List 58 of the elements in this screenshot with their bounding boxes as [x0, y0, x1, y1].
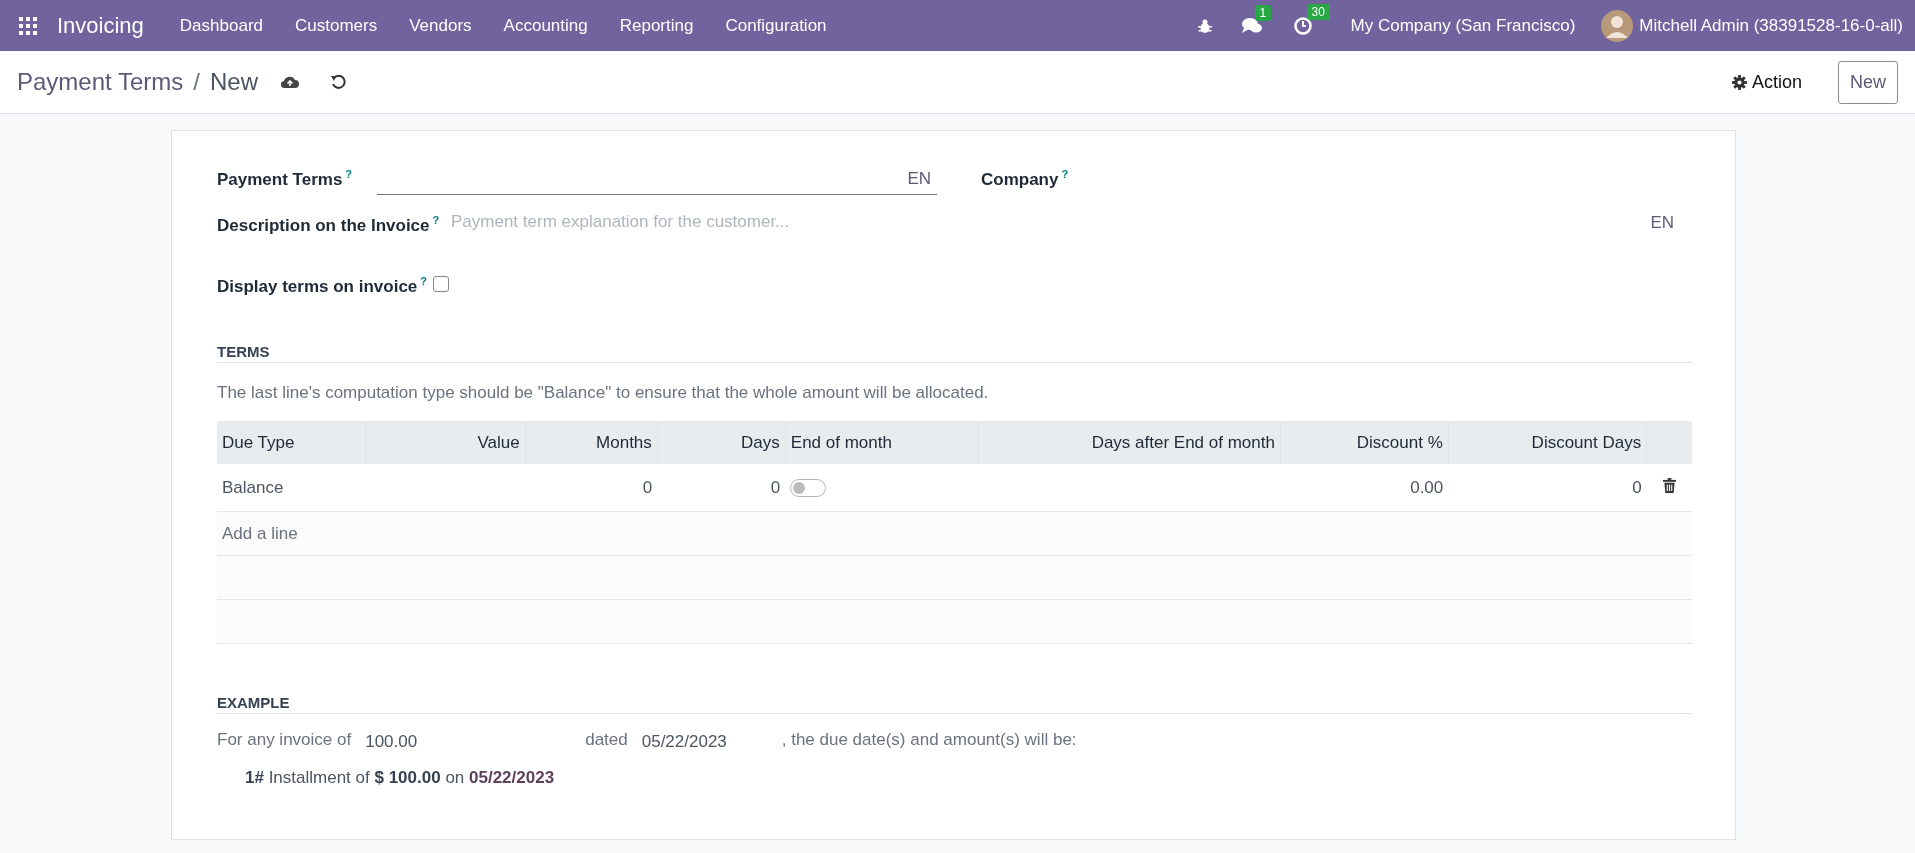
column-header[interactable]: Discount Days: [1448, 421, 1647, 464]
column-header[interactable]: End of month: [785, 421, 979, 464]
language-button[interactable]: EN: [1650, 213, 1674, 233]
example-text: dated: [585, 730, 628, 750]
menu-item[interactable]: Accounting: [487, 15, 604, 36]
field-label: Display terms on invoice $^{?}$: [217, 274, 428, 298]
trash-icon[interactable]: [1662, 477, 1676, 493]
field-label: Company $^{?}$: [981, 167, 1070, 191]
example-text: , the due date(s) and amount(s) will be:: [781, 730, 1077, 750]
example-text: For any invoice of: [217, 730, 352, 750]
add-line-link[interactable]: Add a line: [222, 523, 298, 543]
column-header[interactable]: Days: [657, 421, 786, 464]
installment-text: 1# Installment of $ 100.00 on 05/22/2023: [245, 768, 556, 788]
cloud-upload-icon[interactable]: [279, 74, 300, 90]
clock-icon[interactable]: [1292, 15, 1313, 36]
column-header[interactable]: Months: [525, 421, 658, 464]
column-header[interactable]: Due Type: [217, 421, 366, 464]
terms-note: The last line's computation type should be "Balance" to ensure that the whole amount will be allocated.: [217, 383, 990, 403]
description-field[interactable]: Payment term explanation for the customer...: [451, 207, 1651, 237]
date-field[interactable]: 05/22/2023: [641, 732, 772, 752]
chat-icon[interactable]: [1240, 16, 1263, 35]
breadcrumb-separator: /: [193, 68, 200, 96]
company-switcher[interactable]: My Company (San Francisco): [1350, 15, 1576, 36]
section-title: EXAMPLE: [217, 694, 1692, 714]
user-menu[interactable]: Mitchell Admin (38391528-16-0-all): [1639, 15, 1903, 36]
language-button[interactable]: EN: [907, 169, 931, 189]
action-button[interactable]: Action: [1725, 70, 1808, 94]
undo-icon[interactable]: [329, 74, 346, 90]
field-label: Payment Terms $^{?}$: [217, 167, 354, 191]
menu-item[interactable]: Customers: [279, 15, 394, 36]
column-header[interactable]: Days after End of month: [978, 421, 1281, 464]
app-name-link[interactable]: Invoicing: [57, 12, 144, 39]
avatar-icon[interactable]: [1601, 9, 1634, 42]
table-cell: 0: [657, 464, 786, 512]
section-title: TERMS: [217, 343, 1692, 363]
breadcrumb-current: New: [209, 68, 258, 96]
breadcrumb-link[interactable]: Payment Terms: [17, 68, 184, 96]
field-label: Description on the Invoice $^{?}$: [217, 213, 441, 237]
checkbox[interactable]: [433, 276, 450, 292]
amount-field[interactable]: 100.00: [365, 732, 576, 752]
menu-item[interactable]: Vendors: [393, 15, 488, 36]
table-cell: Balance: [217, 464, 366, 512]
table-cell: 0: [1448, 464, 1647, 512]
menu-item[interactable]: Dashboard: [163, 15, 279, 36]
bug-icon[interactable]: [1196, 17, 1213, 34]
apps-menu-icon[interactable]: [19, 16, 37, 35]
column-header[interactable]: Discount %: [1280, 421, 1449, 464]
table-cell: 0.00: [1280, 464, 1449, 512]
payment-terms-field[interactable]: EN: [377, 164, 937, 195]
gear-icon: [1731, 74, 1747, 90]
column-header[interactable]: Value: [365, 421, 526, 464]
menu-item[interactable]: Reporting: [603, 15, 710, 36]
toggle-switch[interactable]: [790, 479, 827, 497]
message-count-badge: 1: [1254, 4, 1272, 21]
table-cell: 0: [525, 464, 658, 512]
menu-item[interactable]: Configuration: [709, 15, 843, 36]
new-button[interactable]: New: [1838, 60, 1898, 104]
activity-count-badge: 30: [1306, 3, 1330, 20]
